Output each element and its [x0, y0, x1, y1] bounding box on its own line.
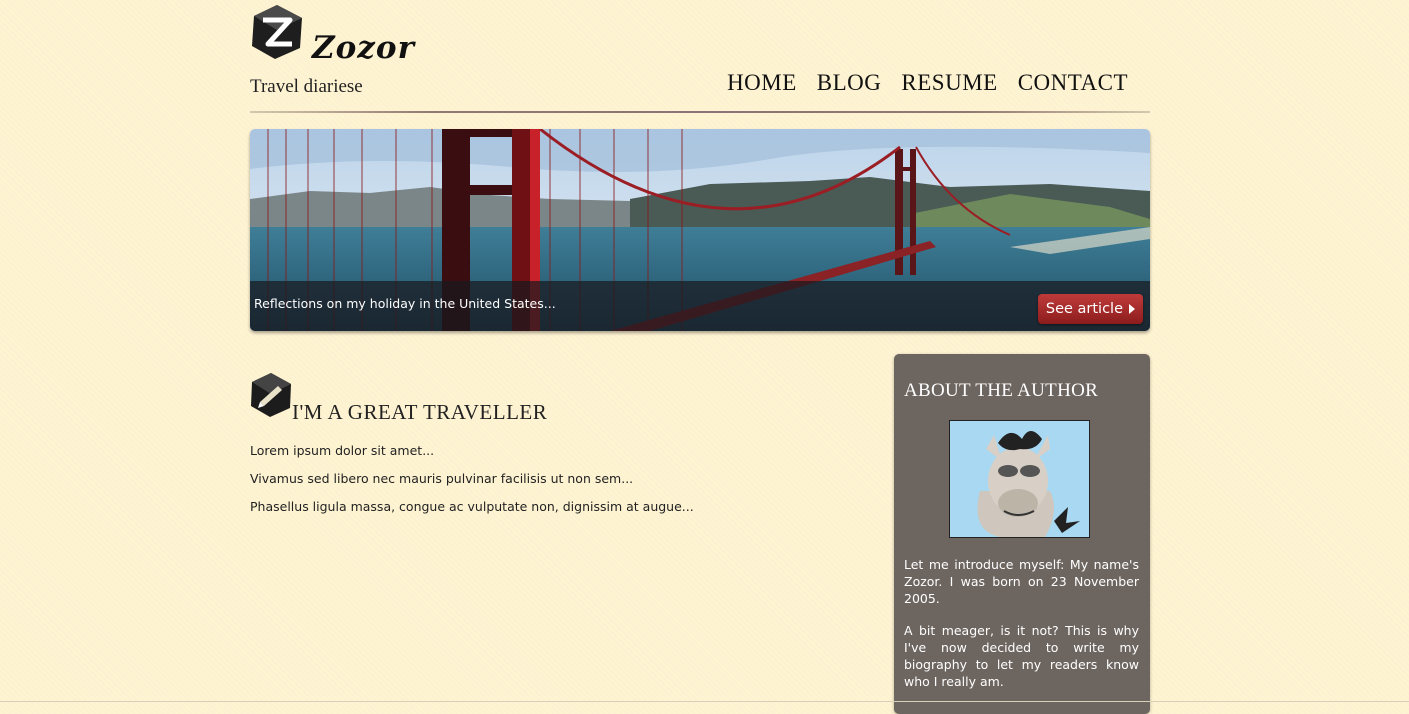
see-article-label: See article	[1045, 301, 1123, 317]
logo-z-icon	[252, 5, 302, 59]
nav-contact[interactable]: CONTACT	[1018, 70, 1128, 96]
viewport-bottom-border	[0, 701, 1409, 702]
header-divider	[250, 111, 1150, 113]
nav-blog[interactable]: BLOG	[817, 70, 882, 96]
post-title: I'M A GREAT TRAVELLER	[292, 400, 548, 424]
page-container: Zozor Travel diariese HOME BLOG RESUME C…	[250, 0, 1150, 714]
post-paragraph: Phasellus ligula massa, congue ac vulput…	[250, 499, 694, 514]
post-paragraph: Lorem ipsum dolor sit amet...	[250, 443, 435, 458]
post-paragraph: Vivamus sed libero nec mauris pulvinar f…	[250, 471, 634, 486]
see-article-button[interactable]: See article	[1037, 294, 1143, 324]
author-avatar	[949, 420, 1090, 538]
sidebar-title: ABOUT THE AUTHOR	[904, 380, 1099, 401]
sidebar-paragraph: A bit meager, is it not? This is why I'v…	[904, 623, 1139, 689]
donkey-avatar-icon	[950, 421, 1089, 537]
about-author-sidebar: ABOUT THE AUTHOR Let me introduce myself…	[894, 354, 1150, 714]
logo-text: Zozor	[312, 30, 415, 66]
site-tagline: Travel diariese	[250, 76, 363, 97]
play-arrow-icon	[1129, 304, 1135, 314]
site-logo[interactable]: Zozor	[250, 2, 414, 68]
nav-home[interactable]: HOME	[727, 70, 797, 96]
sidebar-paragraph: Let me introduce myself: My name's Zozor…	[904, 557, 1139, 606]
nav-resume[interactable]: RESUME	[901, 70, 997, 96]
banner-caption-bar: Reflections on my holiday in the United …	[250, 281, 1150, 331]
banner-caption: Reflections on my holiday in the United …	[254, 296, 556, 311]
main-nav: HOME BLOG RESUME CONTACT	[727, 70, 1128, 96]
pencil-post-icon	[251, 373, 291, 417]
hero-banner: Reflections on my holiday in the United …	[250, 129, 1150, 331]
